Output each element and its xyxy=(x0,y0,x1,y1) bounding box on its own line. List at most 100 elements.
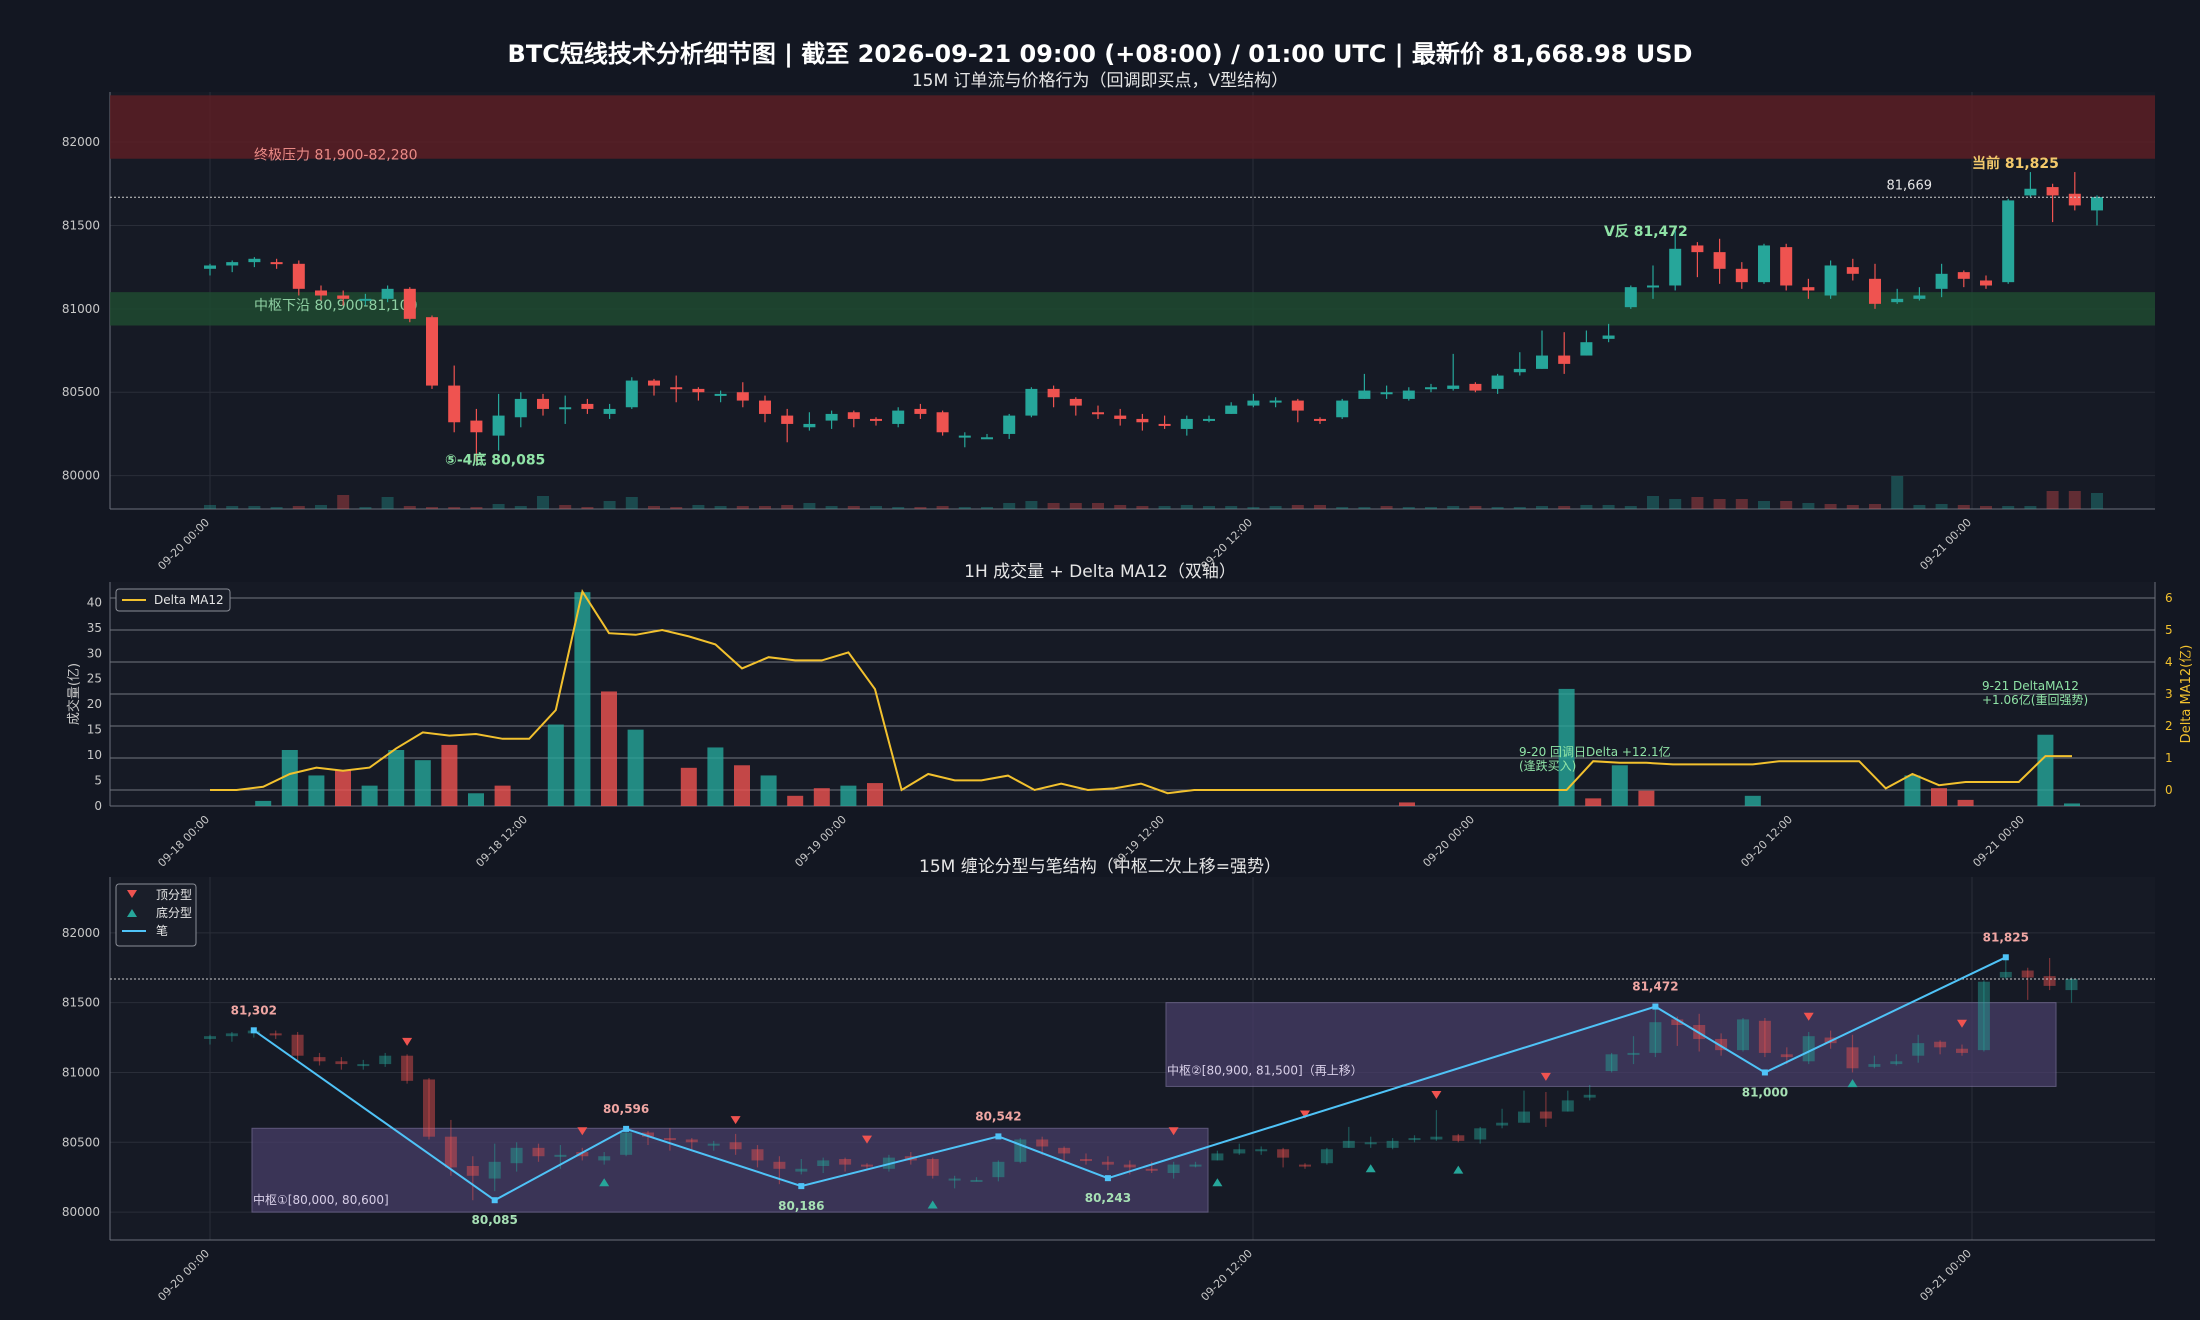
panel1-volume-bar xyxy=(1824,504,1837,509)
panel2-x-tick-label: 09-19 12:00 xyxy=(1110,813,1167,870)
panel1-volume-bar xyxy=(448,507,461,509)
panel3-candle-body xyxy=(1233,1149,1246,1154)
panel1-candle-body xyxy=(1225,405,1238,414)
panel3-candle-body xyxy=(357,1064,370,1067)
panel3-candle-body xyxy=(926,1159,939,1176)
panel1-candle-body xyxy=(226,262,239,266)
panel1-annotation-current: 当前 81,825 xyxy=(1972,155,2059,172)
panel1-volume-bar xyxy=(1802,503,1815,509)
panel1-volume-bar xyxy=(359,507,372,509)
panel2-volume-bar xyxy=(2064,803,2080,806)
panel1-volume-bar xyxy=(892,507,905,509)
panel1-volume-bar xyxy=(1491,507,1504,509)
panel3-candle-body xyxy=(1474,1128,1487,1140)
panel3-legend-label: 笔 xyxy=(156,923,168,938)
panel2-volume-bar xyxy=(1638,790,1655,806)
panel3-bi-vertex xyxy=(2002,954,2009,961)
panel3-candle-body xyxy=(1211,1153,1224,1161)
panel3-candle-body xyxy=(204,1036,216,1039)
panel1-candle-body xyxy=(270,262,283,265)
panel1-volume-bar xyxy=(1846,505,1859,509)
panel1-volume-bar xyxy=(1780,501,1793,509)
panel2-annotation-line: 9-20 回调日Delta +12.1亿 xyxy=(1519,744,1671,759)
panel2-volume-bar xyxy=(308,775,325,806)
panel1-candle-body xyxy=(1913,295,1926,299)
panel2-y-right-tick-label: 4 xyxy=(2165,655,2173,669)
panel3-candle-body xyxy=(1518,1111,1530,1123)
panel1-volume-bar xyxy=(781,505,794,509)
panel2-volume-bar xyxy=(1744,795,1761,806)
figure-canvas: 800008050081000815008200009-20 00:00 09-2… xyxy=(62,92,2194,1304)
panel1-candle-body xyxy=(981,437,993,440)
panel2-volume-bar xyxy=(468,793,484,806)
panel2-y-right-tick-label: 1 xyxy=(2165,751,2173,765)
panel1-volume-bar xyxy=(1069,503,1082,509)
panel1-candle-body xyxy=(648,380,660,386)
panel1-candle-body xyxy=(2002,200,2015,283)
panel1-candle-body xyxy=(403,288,416,319)
panel3-candle-body xyxy=(1430,1136,1443,1140)
panel3-bi-price-label: 80,085 xyxy=(472,1213,518,1227)
panel3-candle-body xyxy=(466,1166,479,1176)
panel3-candle-body xyxy=(1320,1149,1333,1164)
panel1-volume-bar xyxy=(1669,499,1682,509)
panel1-candle-body xyxy=(1735,268,1748,283)
panel1-volume-bar xyxy=(1047,503,1060,509)
panel1-candle-body xyxy=(892,410,905,424)
panel1-volume-bar xyxy=(692,505,705,509)
panel2-volume-bar xyxy=(1904,775,1921,806)
panel1-candle-body xyxy=(2024,188,2037,196)
panel2-volume-bar xyxy=(441,744,458,806)
panel1-candle-body xyxy=(1380,392,1393,395)
panel1-volume-bar xyxy=(559,505,572,509)
panel3-candle-body xyxy=(1364,1142,1377,1145)
panel1-candle-body xyxy=(1247,400,1260,406)
panel1-volume-bar xyxy=(514,506,527,509)
panel3-bi-price-label: 81,000 xyxy=(1742,1085,1788,1099)
panel1-candle-body xyxy=(1780,247,1793,286)
panel3-candle-body xyxy=(1496,1122,1509,1126)
panel2-x-tick-label: 09-18 12:00 xyxy=(473,813,530,870)
panel2-volume-bar xyxy=(574,592,591,806)
panel1-volume-bar xyxy=(292,506,305,509)
panel3-candle-body xyxy=(313,1057,326,1062)
panel1-candle-body xyxy=(1469,383,1482,391)
panel1-volume-bar xyxy=(1980,506,1992,509)
panel3-candle-body xyxy=(1145,1168,1158,1171)
panel3-candle-body xyxy=(488,1161,501,1179)
panel1-candle-body xyxy=(1358,390,1371,399)
panel3-x-tick-label: 09-20 12:00 xyxy=(1198,1247,1255,1304)
panel1-candle-body xyxy=(2046,187,2059,196)
panel2-volume-bar xyxy=(361,785,378,806)
panel1-volume-bar xyxy=(1957,505,1970,509)
panel3-candle-body xyxy=(510,1147,523,1164)
panel1-candle-body xyxy=(914,408,927,414)
panel3-x-tick-label: 09-20 00:00 xyxy=(155,1247,212,1304)
panel3-bi-vertex xyxy=(1761,1069,1768,1076)
panel3-y-tick-label: 82000 xyxy=(62,926,100,940)
panel3-y-tick-label: 80500 xyxy=(62,1135,100,1149)
panel2-volume-bar xyxy=(840,785,857,806)
panel1-volume-bar xyxy=(226,506,239,509)
panel1-volume-bar xyxy=(958,507,971,509)
panel3-candle-body xyxy=(1737,1019,1749,1051)
panel1-volume-bar xyxy=(870,506,882,509)
panel1-volume-bar xyxy=(1735,499,1748,509)
panel3-candle-body xyxy=(423,1079,435,1137)
panel1-volume-bar xyxy=(1380,506,1393,509)
panel1-candle-body xyxy=(248,258,261,263)
panel2-y-right-axis-label: Delta MA12(亿) xyxy=(2179,645,2194,744)
panel3-candle-body xyxy=(729,1142,742,1150)
panel3-candle-body xyxy=(663,1138,676,1141)
panel3-bi-price-label: 81,825 xyxy=(1983,930,2029,944)
panel3-chan-structure-chart: 80000 80500 81000 81500 82000 09-20 00:00 09-2… xyxy=(62,877,2155,1304)
panel3-bi-vertex xyxy=(250,1027,257,1034)
panel3-candle-body xyxy=(839,1159,852,1165)
panel3-zhongshu-box xyxy=(251,1127,1209,1213)
panel2-y-tick-label: 20 xyxy=(87,697,102,711)
panel3-candle-body xyxy=(817,1160,830,1167)
panel1-volume-bar xyxy=(315,505,327,509)
panel1-candle-body xyxy=(1114,415,1127,419)
panel1-candle-body xyxy=(1935,273,1948,289)
panel1-volume-bar xyxy=(1247,507,1260,509)
